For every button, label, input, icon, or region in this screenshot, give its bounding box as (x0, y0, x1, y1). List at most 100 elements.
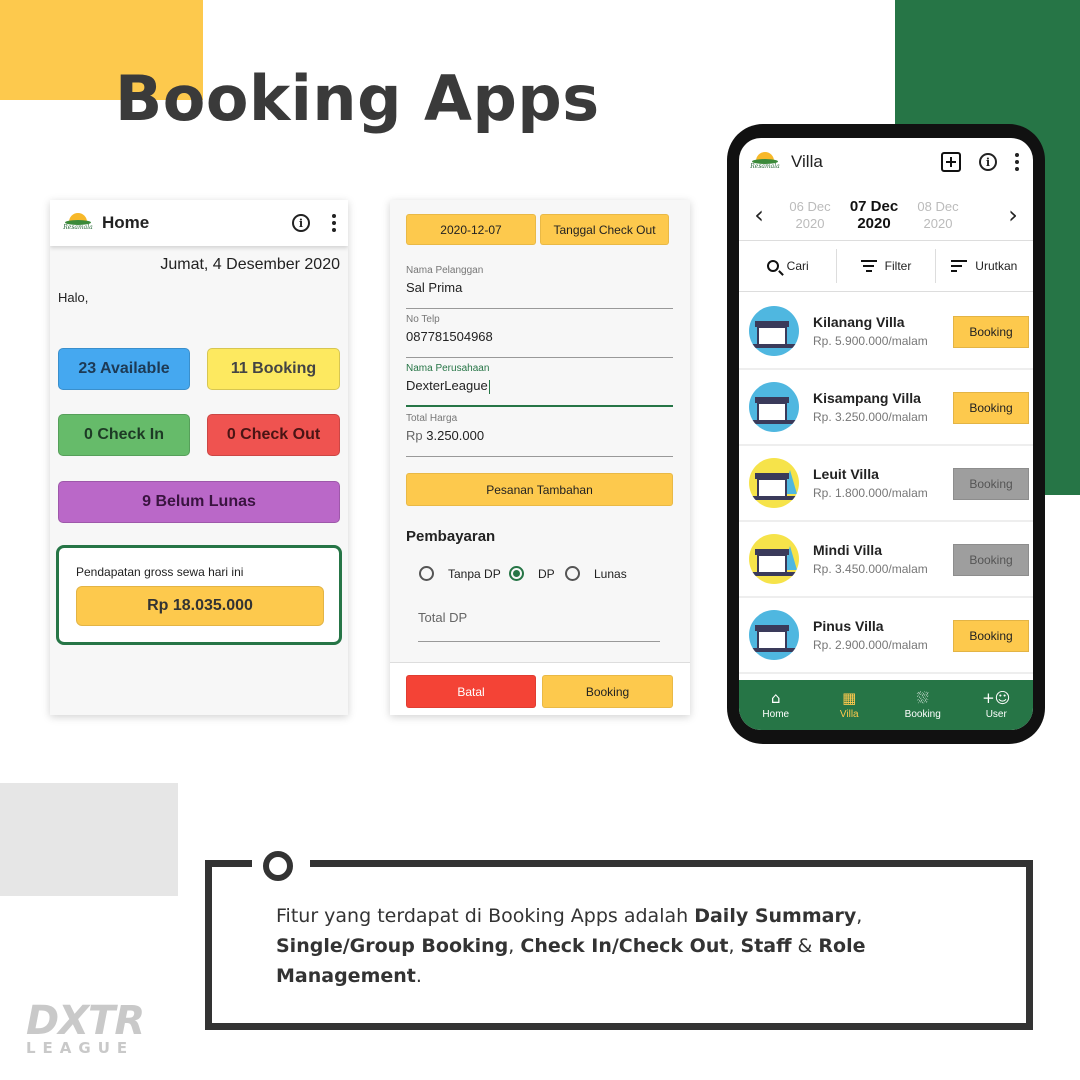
radio-dp[interactable]: DP (509, 566, 555, 581)
villa-booking-button[interactable]: Booking (953, 316, 1029, 348)
add-user-icon: +☺ (982, 688, 1011, 707)
extra-order-button[interactable]: Pesanan Tambahan (406, 473, 673, 506)
check-out-tile[interactable]: 0 Check Out (207, 414, 340, 456)
checkout-date-button[interactable]: Tanggal Check Out (540, 214, 669, 245)
radio-circle-icon (565, 566, 580, 581)
villa-screen: Resamala Villa i ‹ 06 Dec 2020 07 Dec 2020… (739, 138, 1033, 730)
company-field[interactable]: Nama Perusahaan DexterLeague (406, 363, 673, 407)
current-date: 07 Dec 2020 (849, 198, 899, 232)
caption-box: Fitur yang terdapat di Booking Apps adal… (205, 851, 1033, 1030)
current-date: Jumat, 4 Desember 2020 (160, 256, 340, 273)
check-in-tile[interactable]: 0 Check In (58, 414, 190, 456)
company-label: Nama Perusahaan (406, 363, 490, 374)
villa-house-icon (749, 534, 799, 584)
payment-title: Pembayaran (406, 528, 496, 545)
add-box-icon[interactable] (941, 152, 961, 172)
info-icon[interactable]: i (292, 214, 310, 232)
income-value: Rp 18.035.000 (76, 586, 324, 626)
caption-text: Fitur yang terdapat di Booking Apps adal… (276, 905, 866, 987)
available-tile[interactable]: 23 Available (58, 348, 190, 390)
villa-row[interactable]: Leuit Villa Rp. 1.800.000/malam Booking (739, 446, 1033, 522)
villa-name: Kilanang Villa (813, 314, 905, 330)
booking-tile[interactable]: 11 Booking (207, 348, 340, 390)
villa-name: Kisampang Villa (813, 390, 921, 406)
greeting: Halo, (58, 290, 89, 305)
customer-name-field[interactable]: Nama Pelanggan Sal Prima (406, 265, 673, 309)
villa-price: Rp. 3.450.000/malam (813, 562, 928, 576)
villa-price: Rp. 2.900.000/malam (813, 638, 928, 652)
villa-booking-button[interactable]: Booking (953, 392, 1029, 424)
booking-form-screen: 2020-12-07 Tanggal Check Out Nama Pelang… (390, 200, 690, 715)
total-price-label: Total Harga (406, 413, 458, 424)
nav-label: Home (762, 708, 790, 720)
nav-item-villa[interactable]: ▦ Villa (813, 680, 887, 730)
phone-field[interactable]: No Telp 087781504968 (406, 314, 673, 358)
search-button[interactable]: Cari (739, 249, 836, 283)
radio-selected-icon (509, 566, 524, 581)
resamala-logo: Resamala (749, 149, 781, 175)
more-vert-icon[interactable] (332, 214, 336, 232)
villa-row[interactable]: Kilanang Villa Rp. 5.900.000/malam Booking (739, 294, 1033, 370)
villa-house-icon (749, 382, 799, 432)
checkin-date-button[interactable]: 2020-12-07 (406, 214, 536, 245)
villa-row[interactable]: Mindi Villa Rp. 3.450.000/malam Booking (739, 522, 1033, 598)
villa-name: Pinus Villa (813, 618, 884, 634)
decor-gray-block (0, 783, 178, 896)
customer-name-value: Sal Prima (406, 280, 463, 295)
total-dp-input[interactable]: Total DP (418, 610, 660, 642)
caption-circle-icon (263, 851, 293, 881)
villa-house-icon (749, 458, 799, 508)
radio-lunas[interactable]: Lunas (565, 566, 627, 581)
dxtr-league-logo: DXTR LEAGUE (26, 998, 145, 1057)
villa-list: Kilanang Villa Rp. 5.900.000/malam Booking… (739, 294, 1033, 674)
radio-tanpa-dp[interactable]: Tanpa DP (419, 566, 501, 581)
villa-booking-button[interactable]: Booking (953, 620, 1029, 652)
home-title: Home (102, 213, 150, 232)
sort-icon (951, 260, 968, 272)
villa-title: Villa (791, 152, 823, 171)
info-icon[interactable]: i (979, 153, 997, 171)
prev-date[interactable]: 06 Dec 2020 (779, 198, 841, 232)
phone-value: 087781504968 (406, 329, 493, 344)
unpaid-tile[interactable]: 9 Belum Lunas (58, 481, 340, 523)
villa-house-icon (749, 610, 799, 660)
chevron-right-icon[interactable]: › (993, 201, 1033, 229)
company-value: DexterLeague (406, 378, 488, 393)
next-date[interactable]: 08 Dec 2020 (907, 198, 969, 232)
sort-button[interactable]: Urutkan (934, 249, 1033, 283)
nav-item-booking[interactable]: ⛆ Booking (886, 680, 960, 730)
nav-item-user[interactable]: +☺ User (960, 680, 1034, 730)
total-price-value: 3.250.000 (426, 428, 485, 443)
page-headline: Booking Apps (115, 62, 600, 135)
home-icon: ⌂ (770, 688, 781, 707)
home-screen: Resamala Home i Jumat, 4 Desember 2020 H… (50, 200, 348, 715)
villa-row[interactable]: Pinus Villa Rp. 2.900.000/malam Booking (739, 598, 1033, 674)
nav-item-home[interactable]: ⌂ Home (739, 680, 813, 730)
villa-booking-button[interactable]: Booking (953, 468, 1029, 500)
customer-name-label: Nama Pelanggan (406, 265, 484, 276)
nav-label: Villa (839, 708, 859, 720)
phone-label: No Telp (406, 314, 440, 325)
nav-label: User (985, 708, 1007, 720)
villa-app-bar: Resamala Villa i (739, 138, 1033, 186)
income-label: Pendapatan gross sewa hari ini (76, 565, 244, 579)
nav-label: Booking (904, 708, 941, 720)
radio-circle-icon (419, 566, 434, 581)
submit-booking-button[interactable]: Booking (542, 675, 673, 708)
filter-button[interactable]: Filter (836, 249, 934, 283)
search-icon (766, 260, 779, 272)
resamala-logo: Resamala (62, 210, 94, 236)
villa-price: Rp. 3.250.000/malam (813, 410, 928, 424)
chevron-left-icon[interactable]: ‹ (739, 201, 779, 229)
more-vert-icon[interactable] (1015, 153, 1019, 171)
bottom-nav: ⌂ Home ▦ Villa ⛆ Booking +☺ User (739, 680, 1033, 730)
cancel-button[interactable]: Batal (406, 675, 536, 708)
filter-bar: Cari Filter Urutkan (739, 240, 1033, 292)
bed-icon: ⛆ (916, 688, 929, 707)
building-icon: ▦ (842, 688, 857, 707)
villa-name: Mindi Villa (813, 542, 882, 558)
home-app-bar: Resamala Home i (50, 200, 348, 246)
villa-price: Rp. 5.900.000/malam (813, 334, 928, 348)
villa-booking-button[interactable]: Booking (953, 544, 1029, 576)
villa-row[interactable]: Kisampang Villa Rp. 3.250.000/malam Bookin… (739, 370, 1033, 446)
